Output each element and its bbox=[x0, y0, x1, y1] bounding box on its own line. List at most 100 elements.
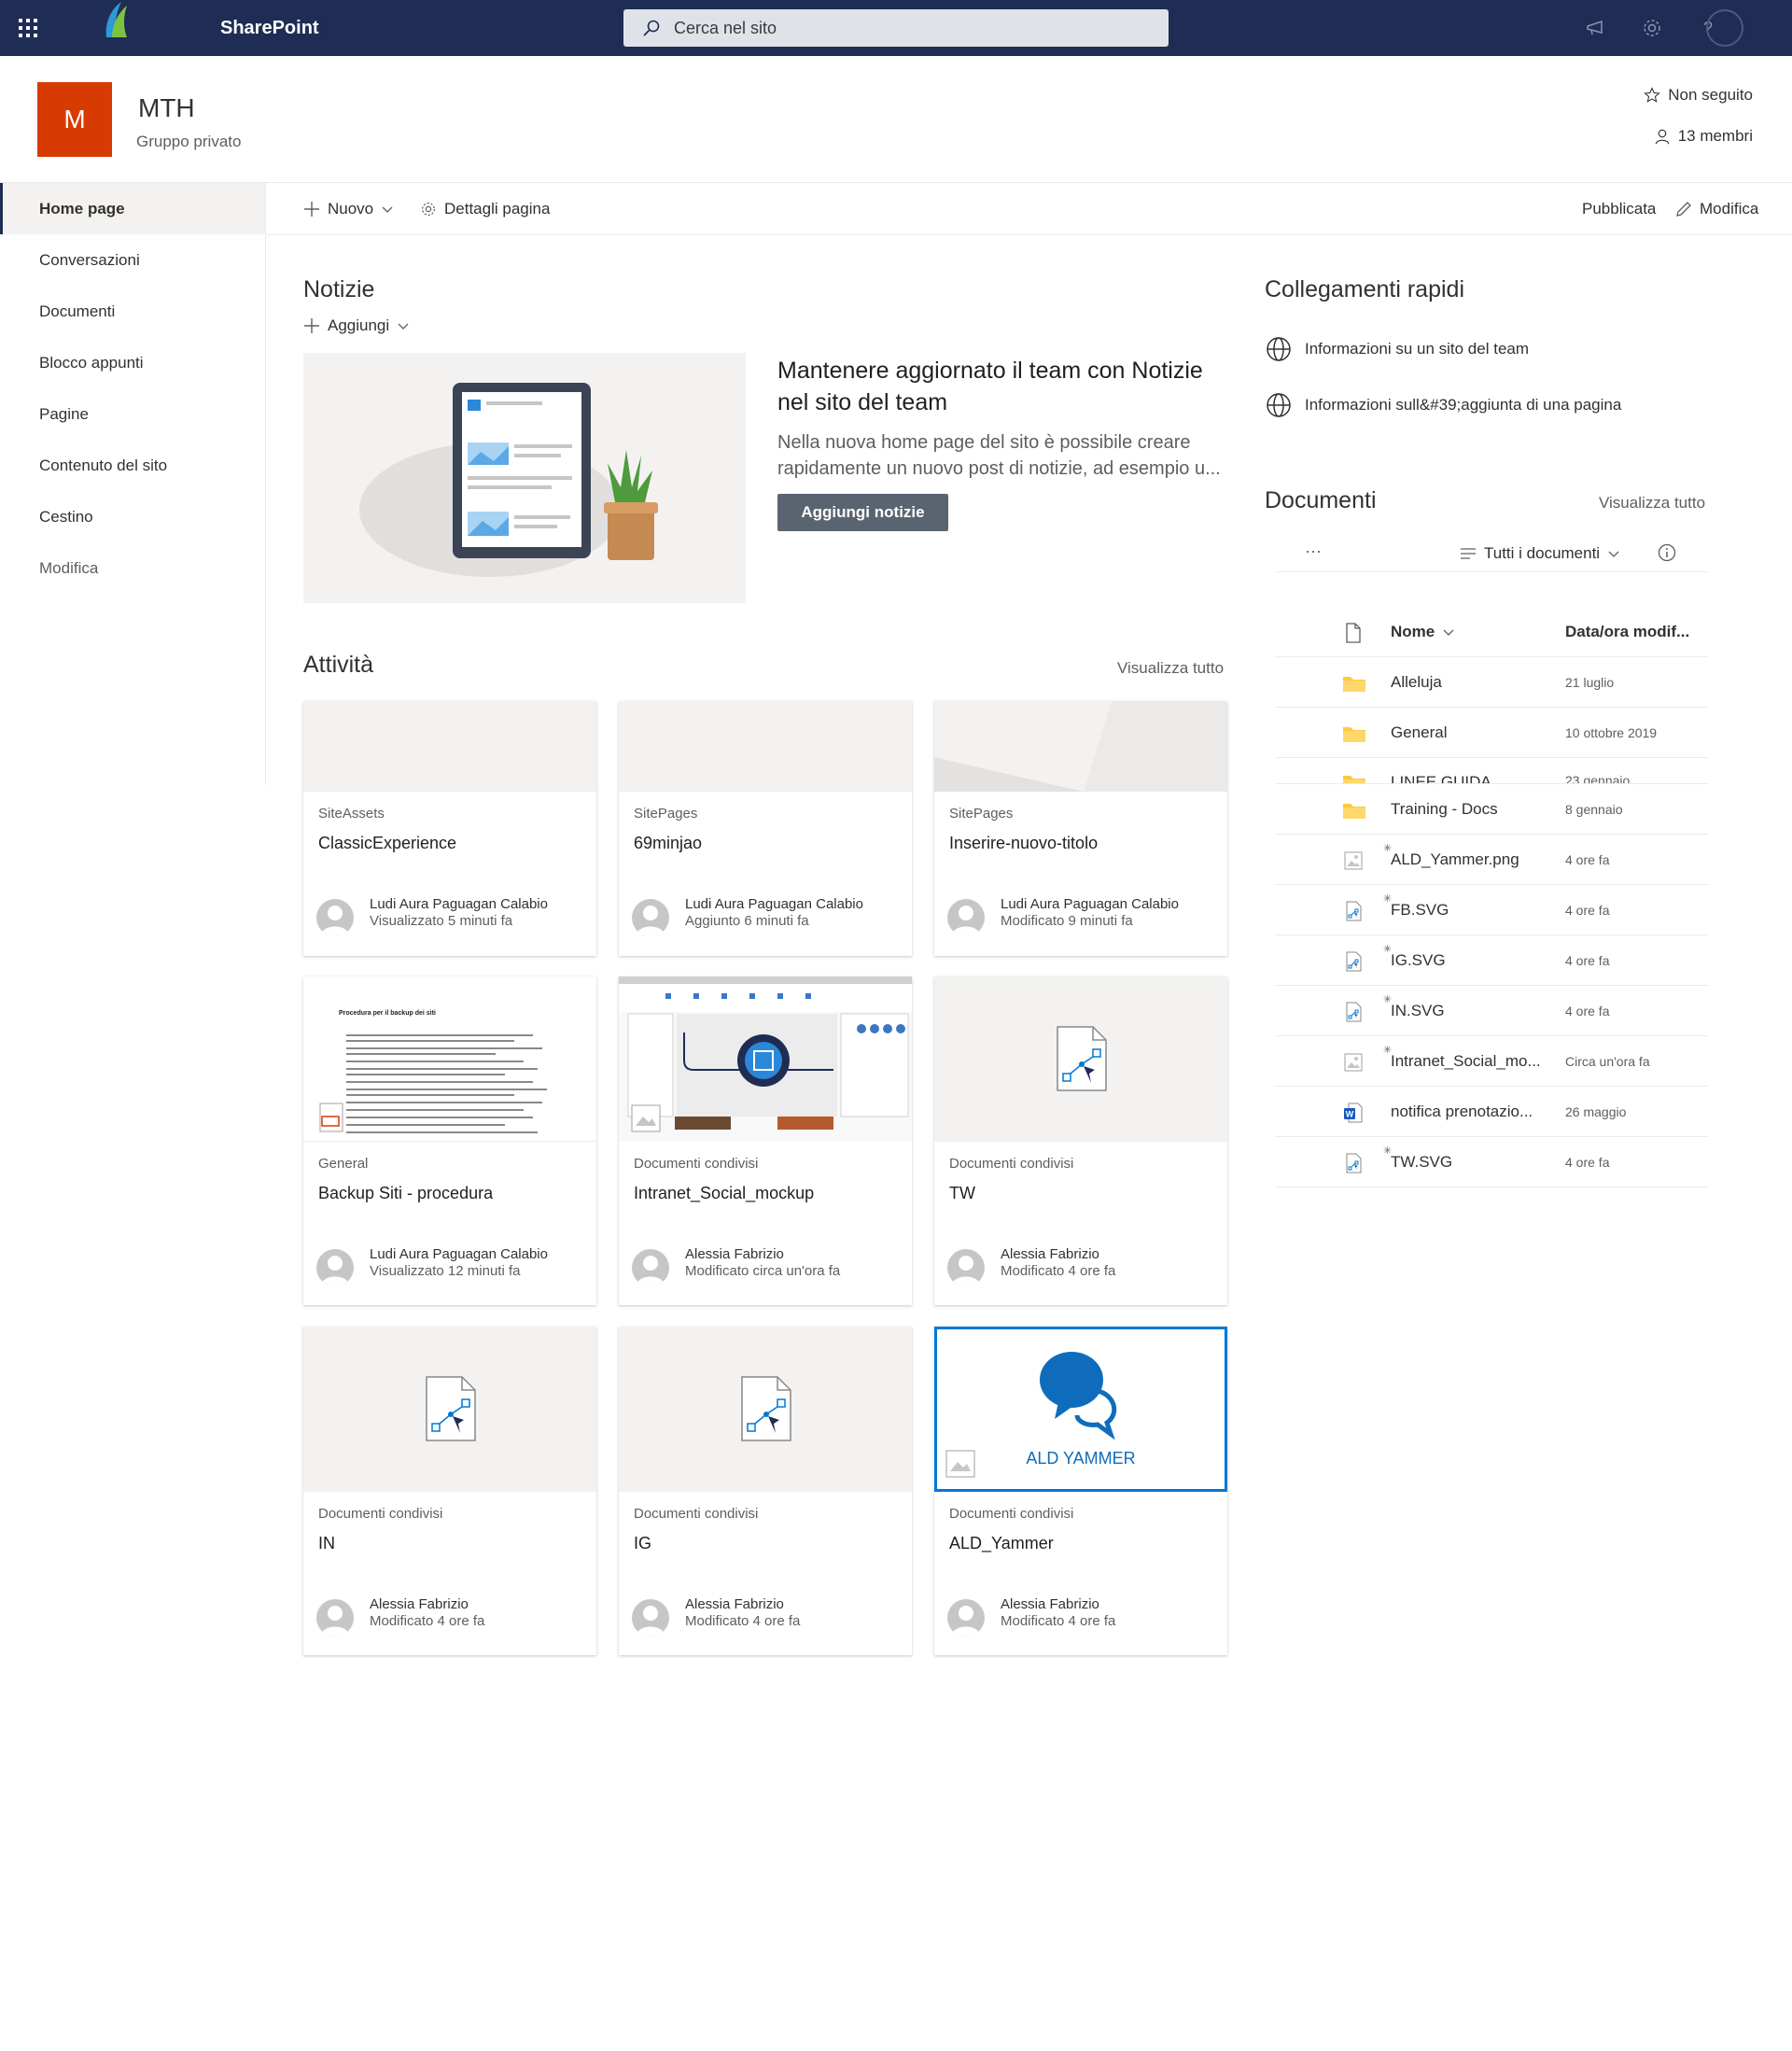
activity-card[interactable]: SitePages 69minjao Ludi Aura Paguagan Ca… bbox=[619, 701, 912, 956]
activity-card[interactable]: ALD YAMMER Documenti condivisi ALD_Yamme… bbox=[934, 1327, 1227, 1655]
publish-status: Pubblicata bbox=[1582, 200, 1657, 218]
file-type-icon[interactable] bbox=[1342, 622, 1365, 644]
document-row[interactable]: ✳ IN.SVG 4 ore fa bbox=[1275, 986, 1708, 1036]
quicklink-item[interactable]: Informazioni sull&#39;aggiunta di una pa… bbox=[1266, 392, 1621, 418]
card-person: Alessia Fabrizio bbox=[370, 1596, 469, 1612]
documents-see-all-link[interactable]: Visualizza tutto bbox=[1599, 494, 1705, 513]
card-thumbnail bbox=[934, 976, 1227, 1142]
quicklink-item[interactable]: Informazioni su un sito del team bbox=[1266, 336, 1529, 362]
card-library: Documenti condivisi bbox=[634, 1156, 759, 1172]
edit-label: Modifica bbox=[1700, 200, 1759, 218]
card-activity-meta: Modificato 4 ore fa bbox=[685, 1613, 801, 1629]
thumbnail-caption: ALD YAMMER bbox=[1026, 1449, 1136, 1468]
quicklinks-section-title: Collegamenti rapidi bbox=[1265, 276, 1465, 302]
nav-item-conversations[interactable]: Conversazioni bbox=[0, 234, 265, 286]
card-person: Ludi Aura Paguagan Calabio bbox=[685, 896, 863, 912]
activity-card[interactable]: Documenti condivisi IG Alessia Fabrizio … bbox=[619, 1327, 912, 1655]
view-selector[interactable]: Tutti i documenti bbox=[1460, 544, 1620, 563]
document-row[interactable]: W notifica prenotazio... 26 maggio bbox=[1275, 1087, 1708, 1137]
search-placeholder[interactable]: Cerca nel sito bbox=[674, 19, 777, 38]
quicklink-label: Informazioni sull&#39;aggiunta di una pa… bbox=[1305, 396, 1622, 414]
plus-icon bbox=[303, 317, 320, 334]
card-library: Documenti condivisi bbox=[949, 1506, 1074, 1522]
page-details-label: Dettagli pagina bbox=[444, 200, 551, 218]
document-name: General bbox=[1391, 723, 1448, 741]
card-library: SitePages bbox=[634, 806, 698, 822]
edit-button[interactable]: Modifica bbox=[1675, 200, 1758, 218]
folder-icon bbox=[1342, 723, 1365, 745]
avatar bbox=[316, 1599, 354, 1637]
chevron-down-icon bbox=[397, 319, 410, 332]
site-logo[interactable]: M bbox=[37, 82, 112, 157]
follow-button[interactable]: Non seguito bbox=[1644, 86, 1753, 105]
app-name[interactable]: SharePoint bbox=[220, 18, 319, 39]
card-library: Documenti condivisi bbox=[318, 1506, 443, 1522]
document-row[interactable]: ✳ Intranet_Social_mo... Circa un'ora fa bbox=[1275, 1036, 1708, 1087]
suite-bar: SharePoint Cerca nel sito ? bbox=[0, 0, 1792, 56]
pencil-icon bbox=[1675, 201, 1692, 218]
avatar bbox=[947, 899, 985, 936]
avatar bbox=[632, 1599, 669, 1637]
document-name: FB.SVG bbox=[1391, 901, 1449, 919]
column-header-modified[interactable]: Data/ora modif... bbox=[1565, 623, 1689, 641]
more-options-button[interactable]: ··· bbox=[1305, 541, 1322, 561]
document-row[interactable]: ✳ IG.SVG 4 ore fa bbox=[1275, 935, 1708, 986]
account-avatar[interactable] bbox=[1706, 9, 1743, 47]
nav-item-site-contents[interactable]: Contenuto del sito bbox=[0, 440, 265, 491]
activity-card[interactable]: Documenti condivisi TW Alessia Fabrizio … bbox=[934, 976, 1227, 1305]
column-header-name[interactable]: Nome bbox=[1391, 623, 1455, 641]
card-activity-meta: Aggiunto 6 minuti fa bbox=[685, 913, 809, 929]
activity-card[interactable]: SiteAssets ClassicExperience Ludi Aura P… bbox=[303, 701, 596, 956]
activity-card[interactable]: Documenti condivisi Intranet_Social_mock… bbox=[619, 976, 912, 1305]
card-thumbnail bbox=[619, 701, 912, 792]
card-activity-meta: Visualizzato 12 minuti fa bbox=[370, 1263, 521, 1279]
news-headline[interactable]: Mantenere aggiornato il team con Notizie… bbox=[777, 355, 1235, 418]
nav-edit-link[interactable]: Modifica bbox=[0, 542, 265, 594]
nav-item-documents[interactable]: Documenti bbox=[0, 286, 265, 337]
document-row[interactable]: LINEE GUIDA 23 gennaio bbox=[1275, 758, 1708, 784]
card-thumbnail bbox=[303, 701, 596, 792]
document-name: TW.SVG bbox=[1391, 1153, 1453, 1171]
chevron-down-icon bbox=[1607, 547, 1620, 560]
new-button[interactable]: Nuovo bbox=[303, 200, 394, 218]
chevron-down-icon bbox=[381, 203, 394, 216]
site-search-box[interactable]: Cerca nel sito bbox=[623, 9, 1169, 47]
column-name-label: Nome bbox=[1391, 623, 1435, 640]
document-row[interactable]: ✳ TW.SVG 4 ore fa bbox=[1275, 1137, 1708, 1187]
card-library: Documenti condivisi bbox=[949, 1156, 1074, 1172]
document-modified: 10 ottobre 2019 bbox=[1565, 725, 1658, 740]
activity-see-all-link[interactable]: Visualizza tutto bbox=[1117, 659, 1224, 678]
document-modified: 23 gennaio bbox=[1565, 773, 1631, 784]
nav-item-pages[interactable]: Pagine bbox=[0, 388, 265, 440]
card-title: Intranet_Social_mockup bbox=[634, 1184, 815, 1202]
app-launcher-icon[interactable] bbox=[17, 17, 39, 39]
info-icon[interactable] bbox=[1658, 543, 1676, 562]
document-row[interactable]: General 10 ottobre 2019 bbox=[1275, 708, 1708, 758]
activity-card[interactable]: SitePages Inserire-nuovo-titolo Ludi Aur… bbox=[934, 701, 1227, 956]
document-modified: 4 ore fa bbox=[1565, 852, 1610, 867]
gear-icon[interactable] bbox=[1641, 17, 1663, 39]
add-news-cta-button[interactable]: Aggiungi notizie bbox=[777, 494, 948, 531]
document-row[interactable]: ✳ FB.SVG 4 ore fa bbox=[1275, 885, 1708, 935]
organization-logo-icon[interactable] bbox=[99, 0, 133, 37]
view-label: Tutti i documenti bbox=[1484, 544, 1601, 562]
nav-item-recycle-bin[interactable]: Cestino bbox=[0, 491, 265, 542]
document-modified: 4 ore fa bbox=[1565, 1004, 1610, 1018]
card-thumbnail bbox=[619, 1327, 912, 1492]
activity-card[interactable]: Documenti condivisi IN Alessia Fabrizio … bbox=[303, 1327, 596, 1655]
document-row[interactable]: Training - Docs 8 gennaio bbox=[1275, 784, 1708, 835]
megaphone-icon[interactable] bbox=[1585, 17, 1607, 39]
activity-card[interactable]: Procedura per il backup dei siti General… bbox=[303, 976, 596, 1305]
page-details-button[interactable]: Dettagli pagina bbox=[420, 200, 550, 218]
person-icon bbox=[1654, 128, 1671, 145]
members-button[interactable]: 13 membri bbox=[1654, 127, 1753, 146]
document-row[interactable]: Alleluja 21 luglio bbox=[1275, 657, 1708, 708]
site-title[interactable]: MTH bbox=[138, 93, 195, 123]
divider bbox=[1275, 571, 1708, 572]
document-modified: Circa un'ora fa bbox=[1565, 1054, 1650, 1069]
document-row[interactable]: ✳ ALD_Yammer.png 4 ore fa bbox=[1275, 835, 1708, 885]
nav-item-home[interactable]: Home page bbox=[0, 183, 265, 234]
svg-file-icon bbox=[1342, 1152, 1365, 1174]
add-news-button[interactable]: Aggiungi bbox=[303, 316, 410, 335]
nav-item-notebook[interactable]: Blocco appunti bbox=[0, 337, 265, 388]
